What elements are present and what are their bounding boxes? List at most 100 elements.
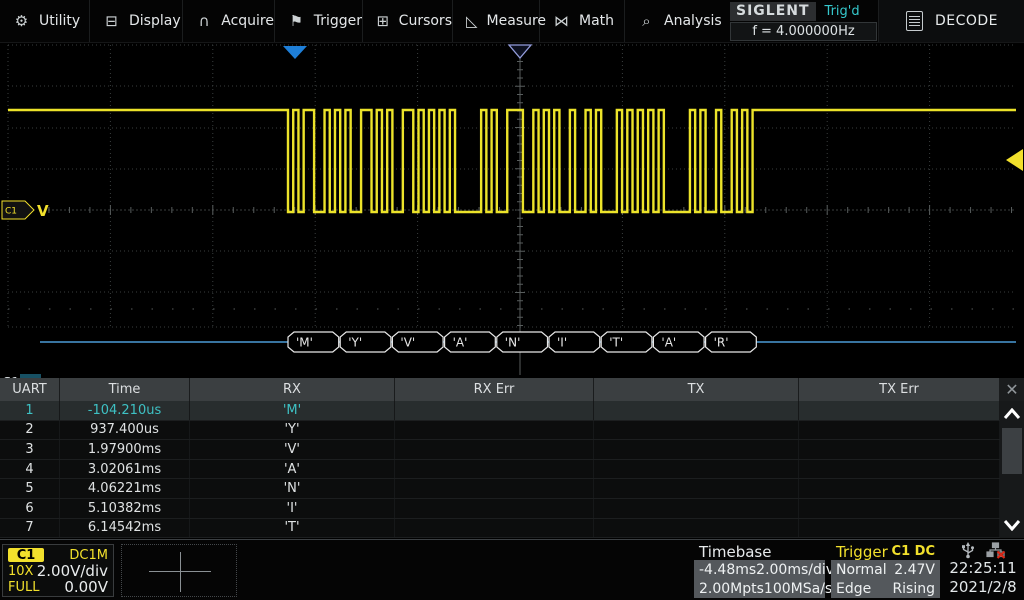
cell-time: 4.06221ms <box>60 479 190 498</box>
brand-block: SIGLENT Trig'd f = 4.000000Hz <box>730 1 877 41</box>
cell-time: 5.10382ms <box>60 499 190 518</box>
cell-rx-err <box>395 460 594 479</box>
timebase-samplerate: 100MSa/s <box>764 581 832 597</box>
cell-tx-err <box>799 479 1000 498</box>
cell-tx <box>594 479 799 498</box>
channel1-marker-unit: V <box>37 202 49 220</box>
math-icon: ⋈ <box>553 12 570 30</box>
monitor-icon: ⊟ <box>103 12 120 30</box>
uart-table-row-7[interactable]: 76.14542ms'T' <box>0 519 1000 539</box>
trigger-status-box[interactable]: TriggerC1 DC Normal2.47V EdgeRising <box>831 543 940 598</box>
cell-tx-err <box>799 440 1000 459</box>
timebase-points: 2.00Mpts <box>699 581 764 597</box>
table-scrollbar[interactable] <box>1000 401 1024 538</box>
trigger-source: C1 DC <box>892 544 935 559</box>
menu-item-analysis[interactable]: ⌕Analysis <box>625 0 727 42</box>
cell-uart: 3 <box>0 440 60 459</box>
cell-time: -104.210us <box>60 401 190 420</box>
cell-rx: 'V' <box>190 440 395 459</box>
flag-icon: ⚑ <box>288 12 305 30</box>
scroll-down-button[interactable] <box>1000 512 1024 538</box>
trigger-mode: Normal <box>836 562 887 578</box>
cell-rx: 'T' <box>190 519 395 538</box>
uart-decode-bubble-text: 'Y' <box>348 336 362 350</box>
cell-tx-err <box>799 499 1000 518</box>
uart-decode-bubble-text: 'T' <box>609 336 623 350</box>
waveform-display: C1V'M''Y''V''A''N''I''T''A''R' S1 Rx Tx <box>0 42 1024 378</box>
menu-item-cursors[interactable]: ⊞Cursors <box>363 0 453 42</box>
cursors-grid-icon: ⊞ <box>376 12 390 30</box>
cell-uart: 4 <box>0 460 60 479</box>
cell-rx-err <box>395 519 594 538</box>
menu-item-measure[interactable]: ◺Measure <box>453 0 540 42</box>
cell-time: 1.97900ms <box>60 440 190 459</box>
channel1-coupling: DC1M <box>69 548 108 563</box>
decode-tab[interactable]: DECODE <box>878 0 1024 42</box>
table-close-button[interactable]: ✕ <box>1000 378 1024 401</box>
column-header-tx: TX <box>594 378 799 401</box>
menu-item-trigger[interactable]: ⚑Trigger <box>275 0 363 42</box>
cell-uart: 2 <box>0 421 60 440</box>
cell-uart: 6 <box>0 499 60 518</box>
uart-decode-bubble-text: 'M' <box>296 336 313 350</box>
uart-decode-bubble-text: 'R' <box>714 336 729 350</box>
clock-block: 22:25:11 2021/2/8 <box>944 541 1022 597</box>
column-header-uart: UART <box>0 378 60 401</box>
trigger-type: Edge <box>836 581 871 597</box>
channel1-status-box[interactable]: C1 DC1M 10X 2.00V/div FULL 0.00V <box>2 544 114 597</box>
table-header-row: UARTTimeRXRX ErrTXTX Err <box>0 378 1000 401</box>
menu-item-display[interactable]: ⊟Display <box>90 0 183 42</box>
trigger-title: Trigger <box>836 543 888 561</box>
uart-decode-bubble-text: 'A' <box>453 336 468 350</box>
channel1-level-marker-label: C1 <box>5 207 17 217</box>
cell-rx: 'I' <box>190 499 395 518</box>
uart-decode-table: UARTTimeRXRX ErrTXTX Err1-104.210us'M'29… <box>0 378 1000 538</box>
cell-rx: 'N' <box>190 479 395 498</box>
timebase-status-box[interactable]: Timebase -4.48ms2.00ms/div 2.00Mpts100MS… <box>694 543 825 598</box>
cell-rx: 'Y' <box>190 421 395 440</box>
uart-decode-bubble-text: 'N' <box>505 336 521 350</box>
uart-table-row-6[interactable]: 65.10382ms'I' <box>0 499 1000 519</box>
cell-tx <box>594 421 799 440</box>
column-header-time: Time <box>60 378 190 401</box>
column-header-tx-err: TX Err <box>799 378 1000 401</box>
uart-table-row-3[interactable]: 31.97900ms'V' <box>0 440 1000 460</box>
uart-table-row-5[interactable]: 54.06221ms'N' <box>0 479 1000 499</box>
cell-time: 3.02061ms <box>60 460 190 479</box>
timebase-scale: 2.00ms/div <box>756 562 834 578</box>
cell-tx-err <box>799 401 1000 420</box>
measure-ruler-icon: ◺ <box>466 12 478 30</box>
cell-uart: 1 <box>0 401 60 420</box>
cell-rx-err <box>395 479 594 498</box>
trigger-position-marker[interactable] <box>283 46 307 59</box>
cell-rx: 'A' <box>190 460 395 479</box>
lan-disconnected-icon <box>986 542 1006 559</box>
channel1-bandwidth: FULL <box>8 580 39 595</box>
trigger-slope: Rising <box>892 581 935 597</box>
timebase-delay: -4.48ms <box>699 562 756 578</box>
scroll-up-button[interactable] <box>1000 401 1024 427</box>
uart-decode-bubble-text: 'V' <box>400 336 415 350</box>
uart-table-row-2[interactable]: 2937.400us'Y' <box>0 421 1000 441</box>
uart-table-row-1[interactable]: 1-104.210us'M' <box>0 401 1000 421</box>
channel1-badge: C1 <box>8 548 44 562</box>
uart-table-row-4[interactable]: 43.02061ms'A' <box>0 460 1000 480</box>
channel1-offset: 0.00V <box>64 578 108 596</box>
chevron-up-icon <box>1003 408 1021 420</box>
cell-rx-err <box>395 421 594 440</box>
menu-item-math[interactable]: ⋈Math <box>540 0 625 42</box>
cell-time: 6.14542ms <box>60 519 190 538</box>
add-channel-placeholder[interactable] <box>121 544 237 597</box>
menu-item-utility[interactable]: ⚙Utility <box>0 0 90 42</box>
close-icon: ✕ <box>1005 380 1018 399</box>
cell-rx-err <box>395 499 594 518</box>
trigger-level-marker[interactable] <box>1006 149 1023 171</box>
cell-tx-err <box>799 519 1000 538</box>
gear-icon: ⚙ <box>13 12 30 30</box>
column-header-rx: RX <box>190 378 395 401</box>
scrollbar-thumb[interactable] <box>1002 428 1022 474</box>
horizontal-reference-marker[interactable] <box>509 45 531 58</box>
cell-rx-err <box>395 440 594 459</box>
cell-uart: 7 <box>0 519 60 538</box>
menu-item-acquire[interactable]: ∩Acquire <box>183 0 275 42</box>
